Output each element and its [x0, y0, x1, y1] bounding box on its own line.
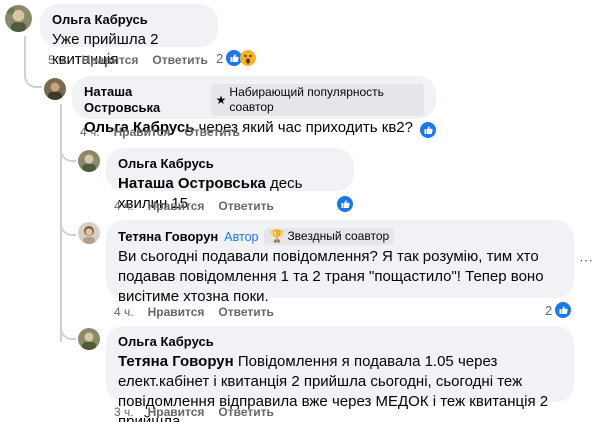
avatar[interactable] — [78, 222, 100, 244]
like-button[interactable]: Нравится — [114, 124, 171, 140]
reactions-summary[interactable]: 2 — [545, 302, 572, 318]
comment-author[interactable]: Ольга Кабрусь — [52, 12, 206, 28]
thread-connector — [60, 212, 76, 236]
comment-actions: 4 ч. Нравится Ответить — [114, 304, 274, 320]
mention-link[interactable]: Тетяна Говорун — [118, 353, 234, 370]
comment-author[interactable]: Наташа Островська ★ Набирающий популярно… — [84, 84, 424, 116]
wow-reaction-icon — [240, 50, 257, 66]
trophy-icon: 🏆 — [269, 229, 285, 243]
comment-author[interactable]: Тетяна Говорун Автор 🏆 Звездный соавтор — [118, 228, 562, 245]
like-reaction-icon — [420, 122, 436, 138]
comment-author[interactable]: Ольга Кабрусь — [118, 334, 562, 350]
comment-actions: 5 ч. Нравится Ответить — [48, 52, 208, 68]
like-button[interactable]: Нравится — [82, 52, 139, 68]
comment-bubble: Наташа Островська ★ Набирающий популярно… — [72, 76, 436, 136]
comment-time[interactable]: 4 ч. — [114, 304, 134, 320]
author-tag: Автор — [224, 229, 259, 244]
thread-connector — [24, 64, 42, 88]
mention-link[interactable]: Наташа Островська — [118, 175, 266, 192]
comment-bubble: Ольга Кабрусь Тетяна Говорун Повідомленн… — [106, 326, 574, 422]
comment-time[interactable]: 3 ч. — [114, 404, 134, 420]
more-options-icon[interactable]: ⋯ — [578, 252, 594, 268]
reply-button[interactable]: Ответить — [218, 404, 273, 420]
avatar[interactable] — [78, 328, 100, 350]
comment-text: Ви сьогодні подавали повідомлення? Я так… — [118, 248, 544, 305]
comment-time[interactable]: 5 ч. — [48, 52, 68, 68]
like-reaction-icon — [337, 196, 353, 212]
reactions-summary[interactable]: 2 — [216, 50, 257, 66]
comment-bubble: Ольга Кабрусь Уже прийшла 2 квитанція — [40, 4, 218, 68]
comment-author[interactable]: Ольга Кабрусь — [118, 156, 342, 172]
avatar[interactable] — [44, 78, 66, 100]
reactions-summary[interactable] — [420, 122, 436, 138]
comment-bubble: Тетяна Говорун Автор 🏆 Звездный соавтор … — [106, 220, 574, 305]
reply-button[interactable]: Ответить — [218, 304, 273, 320]
thread-line — [24, 36, 26, 66]
like-button[interactable]: Нравится — [148, 198, 205, 214]
like-button[interactable]: Нравится — [148, 404, 205, 420]
comment-actions: 4 ч. Нравится Ответить — [114, 198, 274, 214]
reply-button[interactable]: Ответить — [218, 198, 273, 214]
comment-actions: 4 ч. Нравится Ответить — [80, 124, 240, 140]
reply-button[interactable]: Ответить — [184, 124, 239, 140]
contributor-badge[interactable]: 🏆 Звездный соавтор — [264, 228, 395, 245]
like-button[interactable]: Нравится — [148, 304, 205, 320]
reaction-count: 2 — [545, 302, 553, 318]
reply-button[interactable]: Ответить — [152, 52, 207, 68]
comment-time[interactable]: 4 ч. — [80, 124, 100, 140]
comment-bubble: Ольга Кабрусь Наташа Островська десь хви… — [106, 148, 354, 212]
avatar[interactable] — [78, 150, 100, 172]
thread-connector — [60, 318, 76, 340]
like-reaction-icon — [555, 302, 572, 318]
contributor-badge[interactable]: ★ Набирающий популярность соавтор — [210, 84, 424, 116]
reaction-count: 2 — [216, 50, 224, 66]
avatar[interactable] — [5, 5, 32, 32]
reactions-summary[interactable] — [337, 196, 353, 212]
comment-time[interactable]: 4 ч. — [114, 198, 134, 214]
comment-actions: 3 ч. Нравится Ответить — [114, 404, 274, 420]
thread-connector — [60, 140, 76, 162]
star-icon: ★ — [215, 92, 227, 107]
